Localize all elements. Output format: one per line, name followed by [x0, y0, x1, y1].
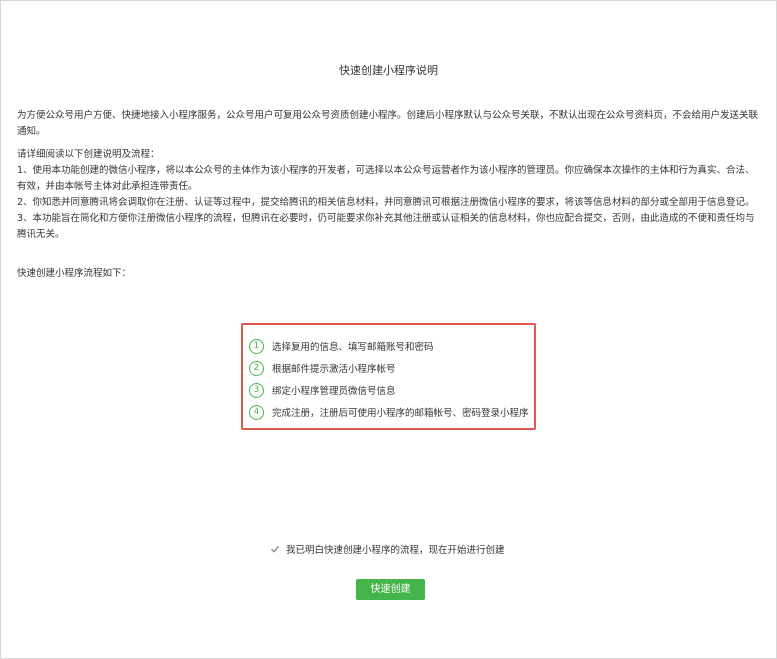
steps-highlight-box: 1 选择复用的信息、填写邮箱账号和密码 2 根据邮件提示激活小程序帐号 3 绑定…: [241, 323, 536, 430]
rule-item: 2、你知悉并同意腾讯将会调取你在注册、认证等过程中，提交给腾讯的相关信息材料，并…: [17, 197, 755, 208]
rule-item: 1、使用本功能创建的微信小程序，将以本公众号的主体作为该小程序的开发者，可选择以…: [17, 165, 755, 192]
rule-item: 3、本功能旨在简化和方便你注册微信小程序的流程，但腾讯在必要时，仍可能要求你补充…: [17, 213, 755, 240]
step-text: 选择复用的信息、填写邮箱账号和密码: [272, 342, 434, 353]
step-item: 4 完成注册，注册后可使用小程序的邮箱帐号、密码登录小程序: [249, 401, 534, 423]
page-title: 快速创建小程序说明: [339, 64, 438, 77]
quick-create-button[interactable]: 快速创建: [356, 579, 425, 600]
step-item: 2 根据邮件提示激活小程序帐号: [249, 357, 534, 379]
step-number-icon: 2: [249, 360, 264, 376]
step-number-icon: 4: [249, 404, 264, 420]
rules-section: 请详细阅读以下创建说明及流程： 1、使用本功能创建的微信小程序，将以本公众号的主…: [17, 147, 762, 243]
step-number-icon: 3: [249, 382, 264, 398]
step-number-icon: 1: [249, 338, 264, 354]
checkmark-icon: [270, 545, 279, 553]
flow-heading: 快速创建小程序流程如下：: [17, 268, 132, 279]
step-text: 绑定小程序管理员微信号信息: [272, 386, 396, 397]
step-text: 完成注册，注册后可使用小程序的邮箱帐号、密码登录小程序: [272, 408, 529, 419]
intro-text: 为方便公众号用户方便、快捷地接入小程序服务，公众号用户可复用公众号资质创建小程序…: [17, 108, 762, 140]
dialog-panel: 快速创建小程序说明 为方便公众号用户方便、快捷地接入小程序服务，公众号用户可复用…: [0, 0, 777, 659]
agree-row: 我已明白快速创建小程序的流程，现在开始进行创建: [269, 542, 505, 556]
rules-heading: 请详细阅读以下创建说明及流程：: [17, 149, 160, 160]
agree-label[interactable]: 我已明白快速创建小程序的流程，现在开始进行创建: [286, 542, 505, 556]
step-item: 3 绑定小程序管理员微信号信息: [249, 379, 534, 401]
agree-checkbox[interactable]: [269, 544, 280, 555]
step-item: 1 选择复用的信息、填写邮箱账号和密码: [249, 335, 534, 357]
step-text: 根据邮件提示激活小程序帐号: [272, 364, 396, 375]
intro-paragraph: 为方便公众号用户方便、快捷地接入小程序服务，公众号用户可复用公众号资质创建小程序…: [17, 110, 759, 137]
